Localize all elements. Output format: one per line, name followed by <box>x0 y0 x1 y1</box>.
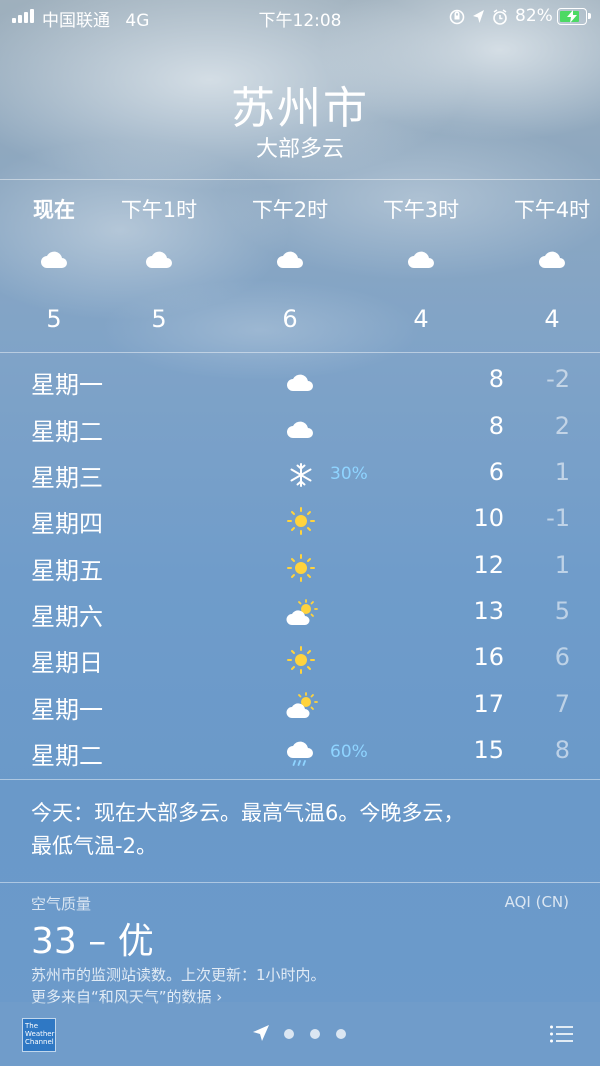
battery-percent: 82% <box>515 6 553 26</box>
hourly-item: 下午1时 5 <box>94 180 224 352</box>
daily-row: 星期三 30% 6 1 <box>0 452 600 498</box>
cloud-icon <box>146 251 172 268</box>
daily-row: 星期二 60% 15 8 <box>0 730 600 776</box>
high-temp: 6 <box>488 458 504 486</box>
daily-row: 星期二 8 2 <box>0 406 600 452</box>
summary-line: 最低气温-2。 <box>31 834 157 858</box>
high-temp: 8 <box>488 412 504 440</box>
partly-cloudy-icon <box>286 599 318 625</box>
daily-row: 星期一 8 -2 <box>0 359 600 405</box>
hour-temp: 4 <box>413 305 429 333</box>
day-name: 星期五 <box>31 557 103 585</box>
battery-charging-icon <box>557 8 591 25</box>
status-icons <box>449 9 507 25</box>
sun-icon <box>287 646 315 674</box>
cloud-icon <box>287 421 313 438</box>
day-name: 星期四 <box>31 510 103 538</box>
aqi-source-note: 苏州市的监测站读数。上次更新：1小时内。 <box>31 966 326 984</box>
cloud-icon <box>287 374 313 391</box>
location-arrow-icon <box>473 10 484 23</box>
high-temp: 8 <box>488 365 504 393</box>
list-icon[interactable] <box>549 1024 573 1044</box>
day-name: 星期六 <box>31 603 103 631</box>
current-condition: 大部多云 <box>255 137 344 162</box>
daily-row: 星期四 10 -1 <box>0 498 600 544</box>
day-name: 星期一 <box>31 371 103 399</box>
cloud-icon <box>41 251 67 268</box>
day-name: 星期日 <box>31 649 103 677</box>
high-temp: 12 <box>473 551 504 579</box>
hourly-item: 下午4时 4 <box>487 180 600 352</box>
partly-cloudy-icon <box>286 692 318 718</box>
status-bar: 中国联通 4G 下午12:08 82% <box>0 0 600 34</box>
page-indicator-dot[interactable] <box>336 1029 346 1039</box>
location-arrow-icon[interactable] <box>252 1024 270 1042</box>
today-summary: 今天：现在大部多云。最高气温6。今晚多云， 最低气温-2。 <box>31 797 571 863</box>
day-name: 星期三 <box>31 464 103 492</box>
hourly-item: 下午3时 4 <box>356 180 486 352</box>
weather-channel-logo-icon[interactable]: The Weather Channel <box>22 1018 56 1052</box>
bottom-toolbar: The Weather Channel <box>0 1002 600 1066</box>
sun-icon <box>287 507 315 535</box>
snowflake-icon <box>290 463 312 487</box>
high-temp: 16 <box>473 643 504 671</box>
low-temp: 1 <box>554 458 570 486</box>
hourly-item: 下午2时 6 <box>225 180 355 352</box>
divider <box>0 352 600 353</box>
page-indicator-dot[interactable] <box>284 1029 294 1039</box>
alarm-icon <box>493 9 507 25</box>
hour-time: 下午3时 <box>382 198 460 222</box>
divider <box>0 882 600 883</box>
low-temp: 8 <box>554 736 570 764</box>
high-temp: 10 <box>473 504 504 532</box>
aqi-value: 33 – 优 <box>31 921 154 962</box>
high-temp: 17 <box>473 690 504 718</box>
hour-temp: 4 <box>544 305 560 333</box>
cloud-icon <box>539 251 565 268</box>
low-temp: 6 <box>554 643 570 671</box>
divider <box>0 779 600 780</box>
low-temp: -2 <box>546 365 570 393</box>
air-quality-label: 空气质量 <box>31 895 92 913</box>
day-name: 星期一 <box>31 696 103 724</box>
day-name: 星期二 <box>31 418 103 446</box>
hourly-forecast[interactable]: 现在 5 下午1时 5 下午2时 6 下午3时 4 下午4时 4 <box>0 180 600 352</box>
high-temp: 13 <box>473 597 504 625</box>
low-temp: 7 <box>554 690 570 718</box>
precip-chance: 60% <box>330 742 368 762</box>
daily-row: 星期六 13 5 <box>0 591 600 637</box>
page-indicator-dot[interactable] <box>310 1029 320 1039</box>
low-temp: 2 <box>554 412 570 440</box>
daily-row: 星期五 12 1 <box>0 545 600 591</box>
rain-cloud-icon <box>287 741 313 766</box>
cloud-icon <box>277 251 303 268</box>
sun-icon <box>287 554 315 582</box>
aqi-index-name: AQI (CN) <box>504 893 569 911</box>
high-temp: 15 <box>473 736 504 764</box>
low-temp: -1 <box>546 504 570 532</box>
low-temp: 5 <box>554 597 570 625</box>
daily-row: 星期日 16 6 <box>0 637 600 683</box>
summary-line: 今天：现在大部多云。最高气温6。今晚多云， <box>31 801 465 825</box>
hour-time: 下午4时 <box>513 198 591 222</box>
low-temp: 1 <box>554 551 570 579</box>
hour-time: 下午1时 <box>120 198 198 222</box>
hour-temp: 5 <box>151 305 167 333</box>
daily-row: 星期一 17 7 <box>0 684 600 730</box>
hour-time: 下午2时 <box>251 198 329 222</box>
city-name: 苏州市 <box>231 83 369 134</box>
day-name: 星期二 <box>31 742 103 770</box>
hour-temp: 6 <box>282 305 298 333</box>
orientation-lock-icon <box>449 9 465 25</box>
precip-chance: 30% <box>330 464 368 484</box>
cloud-icon <box>408 251 434 268</box>
